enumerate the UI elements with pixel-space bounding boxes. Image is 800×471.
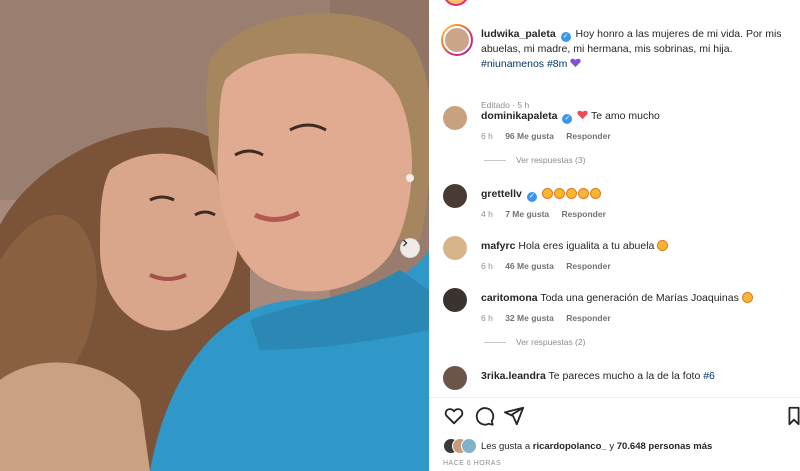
comment-likes[interactable]: 32 Me gusta [505, 313, 554, 323]
avatar[interactable] [443, 236, 467, 260]
red-heart-icon [577, 110, 588, 120]
emoji-laughing-icon [741, 292, 753, 303]
comments-panel: ludwika_paleta ✓ Hoy honro a las mujeres… [429, 0, 800, 471]
divider [429, 397, 800, 398]
comment-likes[interactable]: 46 Me gusta [505, 261, 554, 271]
reply-button[interactable]: Responder [566, 313, 610, 323]
comment-username[interactable]: caritomona [481, 292, 538, 304]
verified-badge-icon: ✓ [562, 114, 573, 124]
author-avatar[interactable] [441, 24, 473, 56]
purple-heart-icon [570, 58, 581, 68]
likes-summary: Les gusta a ricardopolanco_ y 70.648 per… [443, 438, 712, 454]
avatar[interactable] [443, 184, 467, 208]
comment-time: 6 h [481, 261, 493, 271]
heart-icon[interactable] [443, 405, 465, 427]
emoji-heart-eyes-icon [657, 240, 669, 251]
share-icon[interactable] [503, 405, 525, 427]
comment-likes[interactable]: 7 Me gusta [505, 209, 549, 219]
comment-text: Toda una generación de Marías Joaquinas [540, 292, 739, 304]
liker-username[interactable]: ricardopolanco_ [533, 441, 607, 452]
comment-likes[interactable]: 96 Me gusta [505, 131, 554, 141]
comment-text: Te amo mucho [591, 110, 660, 122]
header-avatar[interactable] [443, 0, 469, 6]
avatar[interactable] [443, 288, 467, 312]
comment-username[interactable]: dominikapaleta [481, 110, 557, 122]
reply-button[interactable]: Responder [566, 261, 610, 271]
comment-text: Te pareces mucho a la de la foto [548, 370, 701, 382]
view-replies-button[interactable]: Ver respuestas (3) [484, 155, 585, 165]
photo-illustration [0, 0, 429, 471]
comment-time: 6 h [481, 131, 493, 141]
verified-badge-icon: ✓ [560, 32, 571, 42]
liker-avatars[interactable] [443, 438, 477, 454]
emoji-heart-eyes-icon [541, 188, 602, 200]
likes-count[interactable]: 70.648 personas más [617, 441, 713, 452]
comment-time: 4 h [481, 209, 493, 219]
bookmark-icon[interactable] [788, 405, 800, 427]
comment-username[interactable]: mafyrc [481, 240, 515, 252]
action-bar [443, 405, 800, 427]
comment-username[interactable]: 3rika.leandra [481, 370, 546, 382]
post-photo[interactable] [0, 0, 429, 471]
comment-text: Hola eres igualita a tu abuela [518, 240, 655, 252]
caption-hashtags[interactable]: #niunamenos #8m [481, 58, 567, 70]
view-replies-button[interactable]: Ver respuestas (2) [484, 337, 585, 347]
avatar[interactable] [443, 106, 467, 130]
comment-tag[interactable]: #6 [703, 370, 715, 382]
next-image-button[interactable] [400, 238, 420, 258]
author-username[interactable]: ludwika_paleta [481, 28, 556, 40]
comment-username[interactable]: grettellv [481, 188, 522, 200]
comment-icon[interactable] [473, 405, 495, 427]
chevron-right-icon [403, 239, 408, 247]
reply-button[interactable]: Responder [566, 131, 610, 141]
verified-badge-icon: ✓ [526, 192, 537, 202]
post-timestamp: HACE 6 HORAS [443, 460, 502, 467]
avatar[interactable] [443, 366, 467, 390]
reply-button[interactable]: Responder [562, 209, 606, 219]
comment-time: 6 h [481, 313, 493, 323]
